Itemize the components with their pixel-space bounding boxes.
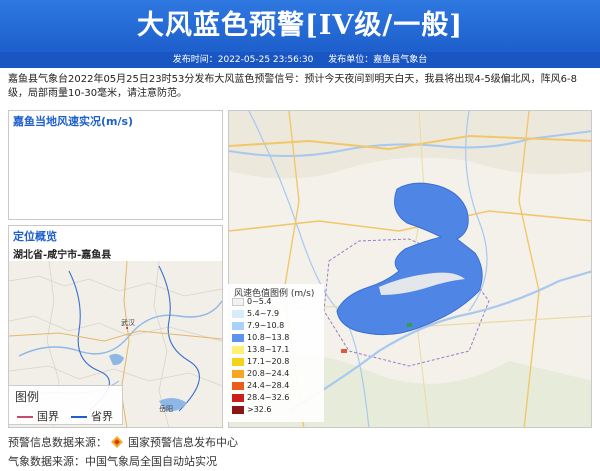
warning-description: 嘉鱼县气象台2022年05月25日23时53分发布大风蓝色预警信号：预计今天夜间… <box>8 74 578 99</box>
wind-legend-swatch <box>232 345 244 354</box>
warning-banner: 大风蓝色预警[IV级/一般] <box>0 0 600 52</box>
map-legend-title: 图例 <box>15 390 40 404</box>
publish-time: 发布时间：2022-05-25 23:56:30 <box>172 55 314 65</box>
wind-legend-swatch <box>232 381 244 390</box>
location-region: 湖北省-咸宁市-嘉鱼县 <box>13 250 112 261</box>
wind-legend-item: 28.4~32.6 <box>232 393 289 403</box>
wind-legend-swatch <box>232 309 244 318</box>
wind-panel-title: 嘉鱼当地风速实况(m/s) <box>13 115 134 128</box>
wind-legend-item: 17.1~20.8 <box>232 357 289 367</box>
warning-source-line: 预警信息数据来源： 国家预警信息发布中心 <box>8 434 238 450</box>
wind-legend-swatch <box>232 393 244 402</box>
wind-legend-item: 5.4~7.9 <box>232 309 279 319</box>
publish-info-bar: 发布时间：2022-05-25 23:56:30 发布单位：嘉鱼县气象台 <box>0 52 600 68</box>
wind-legend-item: 13.8~17.1 <box>232 345 289 355</box>
warning-center-logo-icon <box>110 436 123 448</box>
publish-unit: 发布单位：嘉鱼县气象台 <box>328 55 428 65</box>
legend-national-border: 国界 <box>17 408 59 424</box>
province-border-swatch <box>71 416 87 418</box>
wind-legend-swatch <box>232 321 244 330</box>
weather-source-line: 气象数据来源：中国气象局全国自动站实况 <box>8 455 217 468</box>
warning-source-link[interactable]: 国家预警信息发布中心 <box>128 436 238 449</box>
map-label-yueyang: 岳阳 <box>159 404 173 413</box>
wind-legend-swatch <box>232 357 244 366</box>
wind-speed-panel: 嘉鱼当地风速实况(m/s) <box>8 110 223 220</box>
map-legend: 图例 国界 省界 <box>8 385 123 425</box>
page-title: 大风蓝色预警[IV级/一般] <box>137 10 463 41</box>
map-label-wuhan: 武汉 <box>121 318 135 327</box>
wind-legend-swatch <box>232 369 244 378</box>
wind-legend-swatch <box>232 297 244 306</box>
wind-legend-item: 10.8~13.8 <box>232 333 289 343</box>
wind-legend-swatch <box>232 333 244 342</box>
national-border-swatch <box>17 416 33 418</box>
wind-legend-item: 20.8~24.4 <box>232 369 289 379</box>
location-panel-title: 定位概览 <box>13 230 57 243</box>
wind-legend-item: >32.6 <box>232 405 272 415</box>
wind-legend-item: 7.9~10.8 <box>232 321 284 331</box>
wind-legend-item: 0~5.4 <box>232 297 272 307</box>
warning-source-label: 预警信息数据来源： <box>8 436 107 449</box>
legend-province-border: 省界 <box>71 408 113 424</box>
wind-speed-legend: 风速色值图例 (m/s) 0~5.4 5.4~7.9 7.9~10.8 10.8… <box>228 284 324 422</box>
wind-legend-swatch <box>232 405 244 414</box>
wind-legend-item: 24.4~28.4 <box>232 381 289 391</box>
